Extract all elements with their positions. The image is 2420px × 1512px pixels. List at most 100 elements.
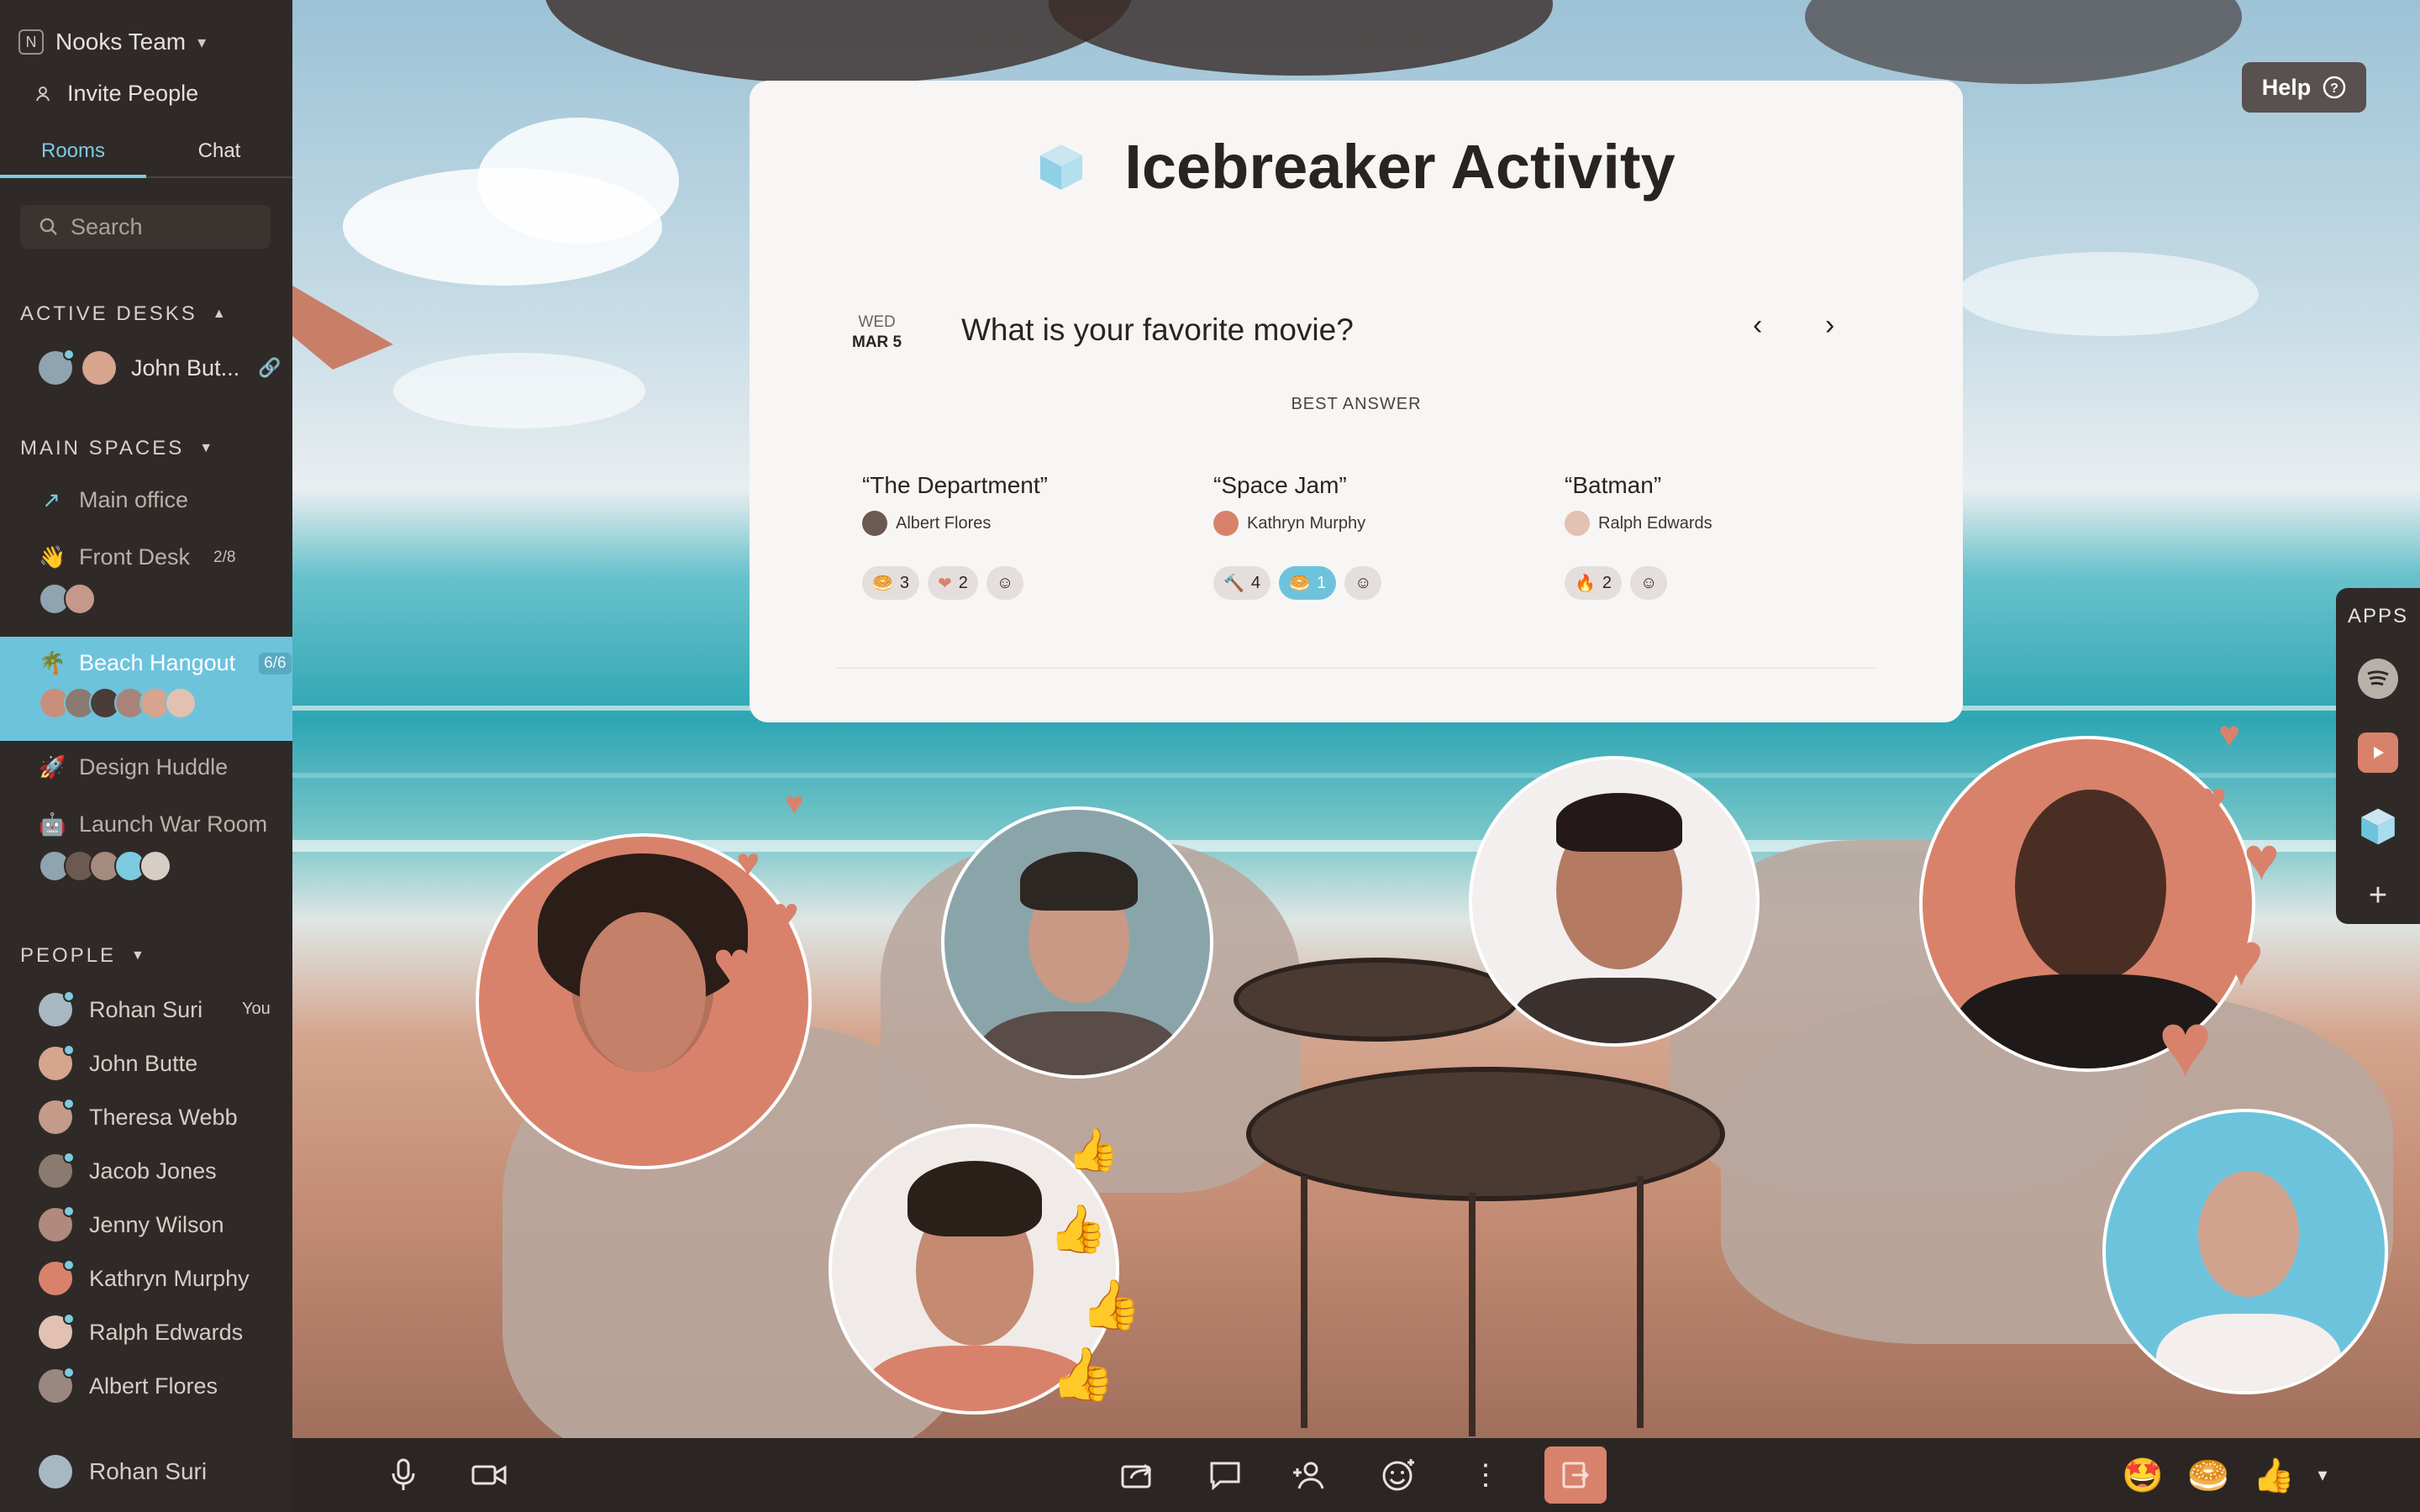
room-emoji: ↗ <box>42 487 60 512</box>
answer-author-name: Ralph Edwards <box>1598 513 1712 533</box>
participant-face <box>2015 790 2166 983</box>
person-jacob-jones[interactable]: Jacob Jones <box>39 1152 217 1188</box>
room-front-desk[interactable]: 👋 Front Desk 2/8 <box>39 544 235 570</box>
avatar <box>1565 511 1590 536</box>
room-emoji: 👋 <box>39 544 66 570</box>
camera-icon[interactable] <box>469 1455 509 1495</box>
person-theresa-webb[interactable]: Theresa Webb <box>39 1098 238 1134</box>
previous-question-button[interactable]: ‹ <box>1753 309 1762 342</box>
person-kathryn-murphy[interactable]: Kathryn Murphy <box>39 1259 250 1295</box>
heart-reaction-icon: ♥ <box>2218 916 2265 1002</box>
leave-room-button[interactable] <box>1544 1446 1607 1504</box>
share-screen-icon[interactable] <box>1118 1455 1158 1495</box>
tab-rooms[interactable]: Rooms <box>0 126 146 178</box>
add-reaction-button[interactable]: ☺ <box>986 566 1024 600</box>
reaction-pill[interactable]: 🔥 2 <box>1565 566 1623 600</box>
sidebar-tabs: Rooms Chat <box>0 126 292 178</box>
bagel-icon: 🥯 <box>1289 574 1310 593</box>
cube-icon[interactable] <box>2358 806 2398 847</box>
people-heading: PEOPLE <box>20 944 117 967</box>
participant-hair <box>908 1161 1042 1236</box>
main-spaces-header[interactable]: MAIN SPACES ▼ <box>20 437 215 460</box>
answer-author: Kathryn Murphy <box>1213 511 1381 536</box>
current-user-name: Rohan Suri <box>89 1458 208 1484</box>
invite-people-button[interactable]: Invite People <box>35 81 198 107</box>
room-participants <box>39 687 197 719</box>
reactions: 🔥 2 ☺ <box>1565 566 1712 600</box>
heart-reaction-icon: ♥ <box>736 841 760 885</box>
avatar <box>39 1205 75 1242</box>
person-albert-flores[interactable]: Albert Flores <box>39 1367 218 1403</box>
question-date-value: MAR 5 <box>852 333 902 351</box>
room-participants <box>39 850 171 882</box>
table-leg <box>1637 1176 1644 1428</box>
chat-bubble-icon[interactable] <box>1205 1455 1245 1495</box>
question-date: WED MAR 5 <box>852 312 902 353</box>
more-options-icon[interactable]: ⋮ <box>1465 1455 1506 1495</box>
person-name: Jenny Wilson <box>89 1211 224 1237</box>
room-emoji: 🌴 <box>39 650 66 675</box>
tab-chat[interactable]: Chat <box>146 126 292 176</box>
next-question-button[interactable]: › <box>1825 309 1834 342</box>
participant-video[interactable] <box>476 833 812 1169</box>
room-launch-war-room[interactable]: 🤖 Launch War Room <box>39 811 267 837</box>
microphone-icon[interactable] <box>383 1455 424 1495</box>
table <box>1246 1067 1725 1201</box>
add-emoji-icon: ☺ <box>1355 573 1372 592</box>
reaction-pill[interactable]: 🔨 4 <box>1213 566 1271 600</box>
person-ralph-edwards[interactable]: Ralph Edwards <box>39 1313 243 1349</box>
cloud <box>1956 252 2259 336</box>
participant-video[interactable] <box>1469 756 1760 1047</box>
avatar <box>39 990 75 1026</box>
team-switcher[interactable]: N Nooks Team ▾ <box>18 25 206 59</box>
participant-video[interactable] <box>941 806 1213 1079</box>
add-app-icon[interactable]: + <box>2358 875 2398 916</box>
exit-icon <box>1562 1462 1590 1488</box>
heart-reaction-icon: ♥ <box>773 890 799 938</box>
invite-label: Invite People <box>67 81 199 106</box>
person-add-icon <box>36 86 50 101</box>
chevron-down-icon[interactable]: ▾ <box>2302 1455 2343 1495</box>
team-logo: N <box>18 29 44 55</box>
room-name: Launch War Room <box>79 811 268 837</box>
reaction-count: 1 <box>1316 573 1327 592</box>
search-input[interactable]: Search <box>20 205 271 249</box>
invite-person-icon[interactable] <box>1291 1455 1331 1495</box>
add-reaction-button[interactable]: ☺ <box>1630 566 1668 600</box>
person-jenny-wilson[interactable]: Jenny Wilson <box>39 1205 224 1242</box>
chevron-down-icon: ▾ <box>197 33 207 52</box>
avatar <box>82 351 116 385</box>
room-main-office[interactable]: ↗ Main office <box>39 487 188 513</box>
person-rohan-suri[interactable]: Rohan Suri <box>39 990 203 1026</box>
answer-card: “The Department” Albert Flores 🥯 3 ❤ 2 ☺ <box>862 472 1048 600</box>
active-desks-header[interactable]: ACTIVE DESKS ▲ <box>20 302 229 326</box>
reaction-pill[interactable]: 🥯 3 <box>862 566 920 600</box>
bagel-reaction-icon[interactable]: 🥯 <box>2187 1455 2229 1495</box>
heart-reaction-icon: ♥ <box>2198 772 2228 827</box>
people-header[interactable]: PEOPLE ▼ <box>20 944 147 968</box>
participant-video[interactable] <box>2102 1109 2388 1394</box>
reaction-pill[interactable]: ❤ 2 <box>928 566 978 600</box>
add-reaction-button[interactable]: ☺ <box>1344 566 1382 600</box>
spotify-icon[interactable] <box>2358 659 2398 699</box>
caret-up-icon: ▲ <box>212 307 229 321</box>
thumbs-up-reaction-icon[interactable]: 👍 <box>2253 1455 2295 1495</box>
emoji-reaction-icon[interactable] <box>1378 1455 1418 1495</box>
room-beach-hangout-label[interactable]: 🌴 Beach Hangout 6/6 <box>39 650 292 676</box>
room-design-huddle[interactable]: 🚀 Design Huddle <box>39 754 228 780</box>
tree-leaves <box>1805 0 2242 84</box>
youtube-icon[interactable] <box>2358 732 2398 773</box>
person-john-butte[interactable]: John Butte <box>39 1044 197 1080</box>
heart-reaction-icon: ♥ <box>765 984 805 1058</box>
thumbs-up-reaction-icon: 👍 <box>1049 1202 1107 1255</box>
star-eyes-reaction-icon[interactable]: 🤩 <box>2122 1455 2164 1495</box>
answer-title: “Batman” <box>1565 472 1662 498</box>
active-desk-item[interactable]: John But... 🔗 <box>39 349 281 385</box>
current-user[interactable]: Rohan Suri <box>39 1455 207 1488</box>
card-header: Icebreaker Activity <box>750 131 1963 202</box>
help-button[interactable]: Help ? <box>2242 62 2366 113</box>
room-count: 2/8 <box>213 548 236 566</box>
answer-card: “Batman” Ralph Edwards 🔥 2 ☺ <box>1565 472 1712 600</box>
reaction-pill-selected[interactable]: 🥯 1 <box>1279 566 1337 600</box>
reaction-count: 2 <box>1602 573 1612 592</box>
